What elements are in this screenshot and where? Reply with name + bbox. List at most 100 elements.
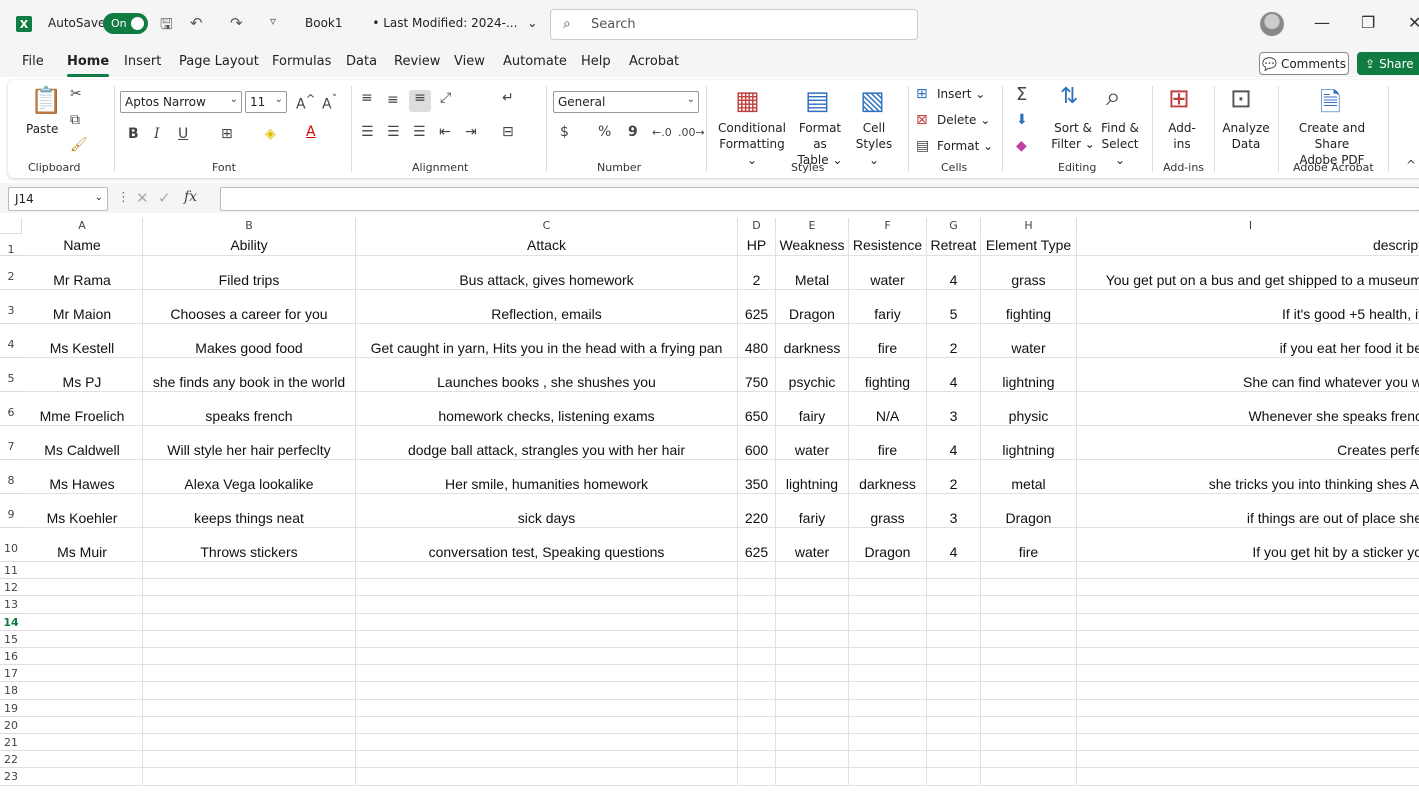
cell-e12[interactable] (776, 579, 849, 597)
cell-a10[interactable]: Ms Muir (22, 528, 143, 562)
cell-i19[interactable] (1077, 700, 1419, 717)
cell-h9[interactable]: Dragon (981, 494, 1077, 528)
cell-g10[interactable]: 4 (927, 528, 981, 562)
clear-icon[interactable]: ◆ (1016, 138, 1027, 154)
comments-button[interactable]: 💬 Comments (1259, 52, 1349, 75)
cell-a6[interactable]: Mme Froelich (22, 392, 143, 426)
cell-i4[interactable]: if you eat her food it be (1077, 324, 1419, 358)
row-header-4[interactable]: 4 (0, 324, 22, 358)
cell-h17[interactable] (981, 665, 1077, 683)
tab-review[interactable]: Review (394, 54, 440, 69)
cell-f2[interactable]: water (849, 256, 927, 290)
tab-acrobat[interactable]: Acrobat (629, 54, 679, 69)
tab-file[interactable]: File (22, 54, 44, 69)
autosum-icon[interactable]: Σ (1016, 84, 1027, 105)
cell-g2[interactable]: 4 (927, 256, 981, 290)
insert-function-icon[interactable]: fx (184, 189, 197, 205)
cell-h2[interactable]: grass (981, 256, 1077, 290)
cell-c5[interactable]: Launches books , she shushes you (356, 358, 738, 392)
cell-g17[interactable] (927, 665, 981, 683)
cell-c9[interactable]: sick days (356, 494, 738, 528)
cell-a20[interactable] (22, 716, 143, 734)
analyze-data-icon[interactable]: ⊡ (1230, 84, 1252, 114)
increase-decimal-icon[interactable]: ←.0 (652, 126, 672, 139)
cell-g21[interactable] (927, 734, 981, 752)
cell-a23[interactable] (22, 768, 143, 786)
cell-a19[interactable] (22, 699, 143, 717)
cell-i1[interactable]: descript (1077, 235, 1419, 256)
cell-g12[interactable] (927, 579, 981, 597)
enter-icon[interactable]: ✓ (158, 189, 171, 207)
cell-c3[interactable]: Reflection, emails (356, 290, 738, 324)
cell-g9[interactable]: 3 (927, 494, 981, 528)
cell-e3[interactable]: Dragon (776, 290, 849, 324)
cell-i3[interactable]: If it's good +5 health, if (1077, 290, 1419, 324)
cell-i18[interactable] (1077, 682, 1419, 700)
row-header-16[interactable]: 16 (0, 648, 22, 666)
cell-f8[interactable]: darkness (849, 460, 927, 494)
redo-icon[interactable]: ↷ (230, 14, 243, 32)
cell-h16[interactable] (981, 648, 1077, 666)
cell-c6[interactable]: homework checks, listening exams (356, 392, 738, 426)
cell-a11[interactable] (22, 562, 143, 580)
cell-i12[interactable] (1077, 579, 1419, 597)
cell-i21[interactable] (1077, 734, 1419, 752)
cell-d17[interactable] (738, 665, 776, 683)
cell-a14[interactable] (22, 613, 143, 631)
cell-i17[interactable] (1077, 665, 1419, 683)
cell-g7[interactable]: 4 (927, 426, 981, 460)
cell-b15[interactable] (143, 630, 356, 648)
cell-d22[interactable] (738, 751, 776, 769)
cell-h6[interactable]: physic (981, 392, 1077, 426)
cell-b10[interactable]: Throws stickers (143, 528, 356, 562)
cell-i8[interactable]: she tricks you into thinking shes Al (1077, 460, 1419, 494)
close-icon[interactable]: ✕ (1408, 13, 1419, 32)
cell-i16[interactable] (1077, 648, 1419, 666)
book-title[interactable]: Book1 • Last Modified: 2024-... ⌄ (305, 16, 537, 30)
cell-a4[interactable]: Ms Kestell (22, 324, 143, 358)
top-align-icon[interactable]: ≡ (361, 90, 373, 106)
cell-c21[interactable] (356, 734, 738, 752)
cell-a16[interactable] (22, 648, 143, 666)
cell-i20[interactable] (1077, 717, 1419, 734)
cell-d14[interactable] (738, 613, 776, 631)
comma-style-icon[interactable]: 9 (628, 124, 638, 140)
cell-e16[interactable] (776, 648, 849, 666)
cell-g15[interactable] (927, 630, 981, 648)
cell-c7[interactable]: dodge ball attack, strangles you with he… (356, 426, 738, 460)
cell-d9[interactable]: 220 (738, 494, 776, 528)
cell-g23[interactable] (927, 768, 981, 786)
delete-cells-icon[interactable]: ⊠ (916, 112, 928, 128)
column-header-b[interactable]: B (143, 218, 356, 234)
cell-c2[interactable]: Bus attack, gives homework (356, 256, 738, 290)
cell-b18[interactable] (143, 682, 356, 700)
cell-b20[interactable] (143, 716, 356, 734)
align-right-icon[interactable]: ☰ (413, 124, 426, 140)
cell-f19[interactable] (849, 699, 927, 717)
cell-f11[interactable] (849, 562, 927, 580)
cell-e13[interactable] (776, 596, 849, 614)
row-header-8[interactable]: 8 (0, 460, 22, 494)
cell-c14[interactable] (356, 613, 738, 631)
cell-e21[interactable] (776, 734, 849, 752)
cell-h12[interactable] (981, 579, 1077, 597)
orientation-icon[interactable]: ⤢ (440, 90, 451, 106)
cell-f15[interactable] (849, 630, 927, 648)
row-header-14[interactable]: 14 (0, 613, 22, 631)
cell-c23[interactable] (356, 768, 738, 786)
cell-c20[interactable] (356, 716, 738, 734)
font-size-select[interactable]: 11 ⌄ (245, 91, 287, 113)
italic-icon[interactable]: I (154, 126, 160, 142)
cell-b3[interactable]: Chooses a career for you (143, 290, 356, 324)
cell-d10[interactable]: 625 (738, 528, 776, 562)
cell-g18[interactable] (927, 682, 981, 700)
cell-b11[interactable] (143, 562, 356, 580)
cell-e20[interactable] (776, 716, 849, 734)
cell-e23[interactable] (776, 768, 849, 786)
cell-e6[interactable]: fairy (776, 392, 849, 426)
bold-icon[interactable]: B (128, 126, 139, 142)
cell-h7[interactable]: lightning (981, 426, 1077, 460)
cell-d6[interactable]: 650 (738, 392, 776, 426)
cell-d21[interactable] (738, 734, 776, 752)
cell-b19[interactable] (143, 699, 356, 717)
